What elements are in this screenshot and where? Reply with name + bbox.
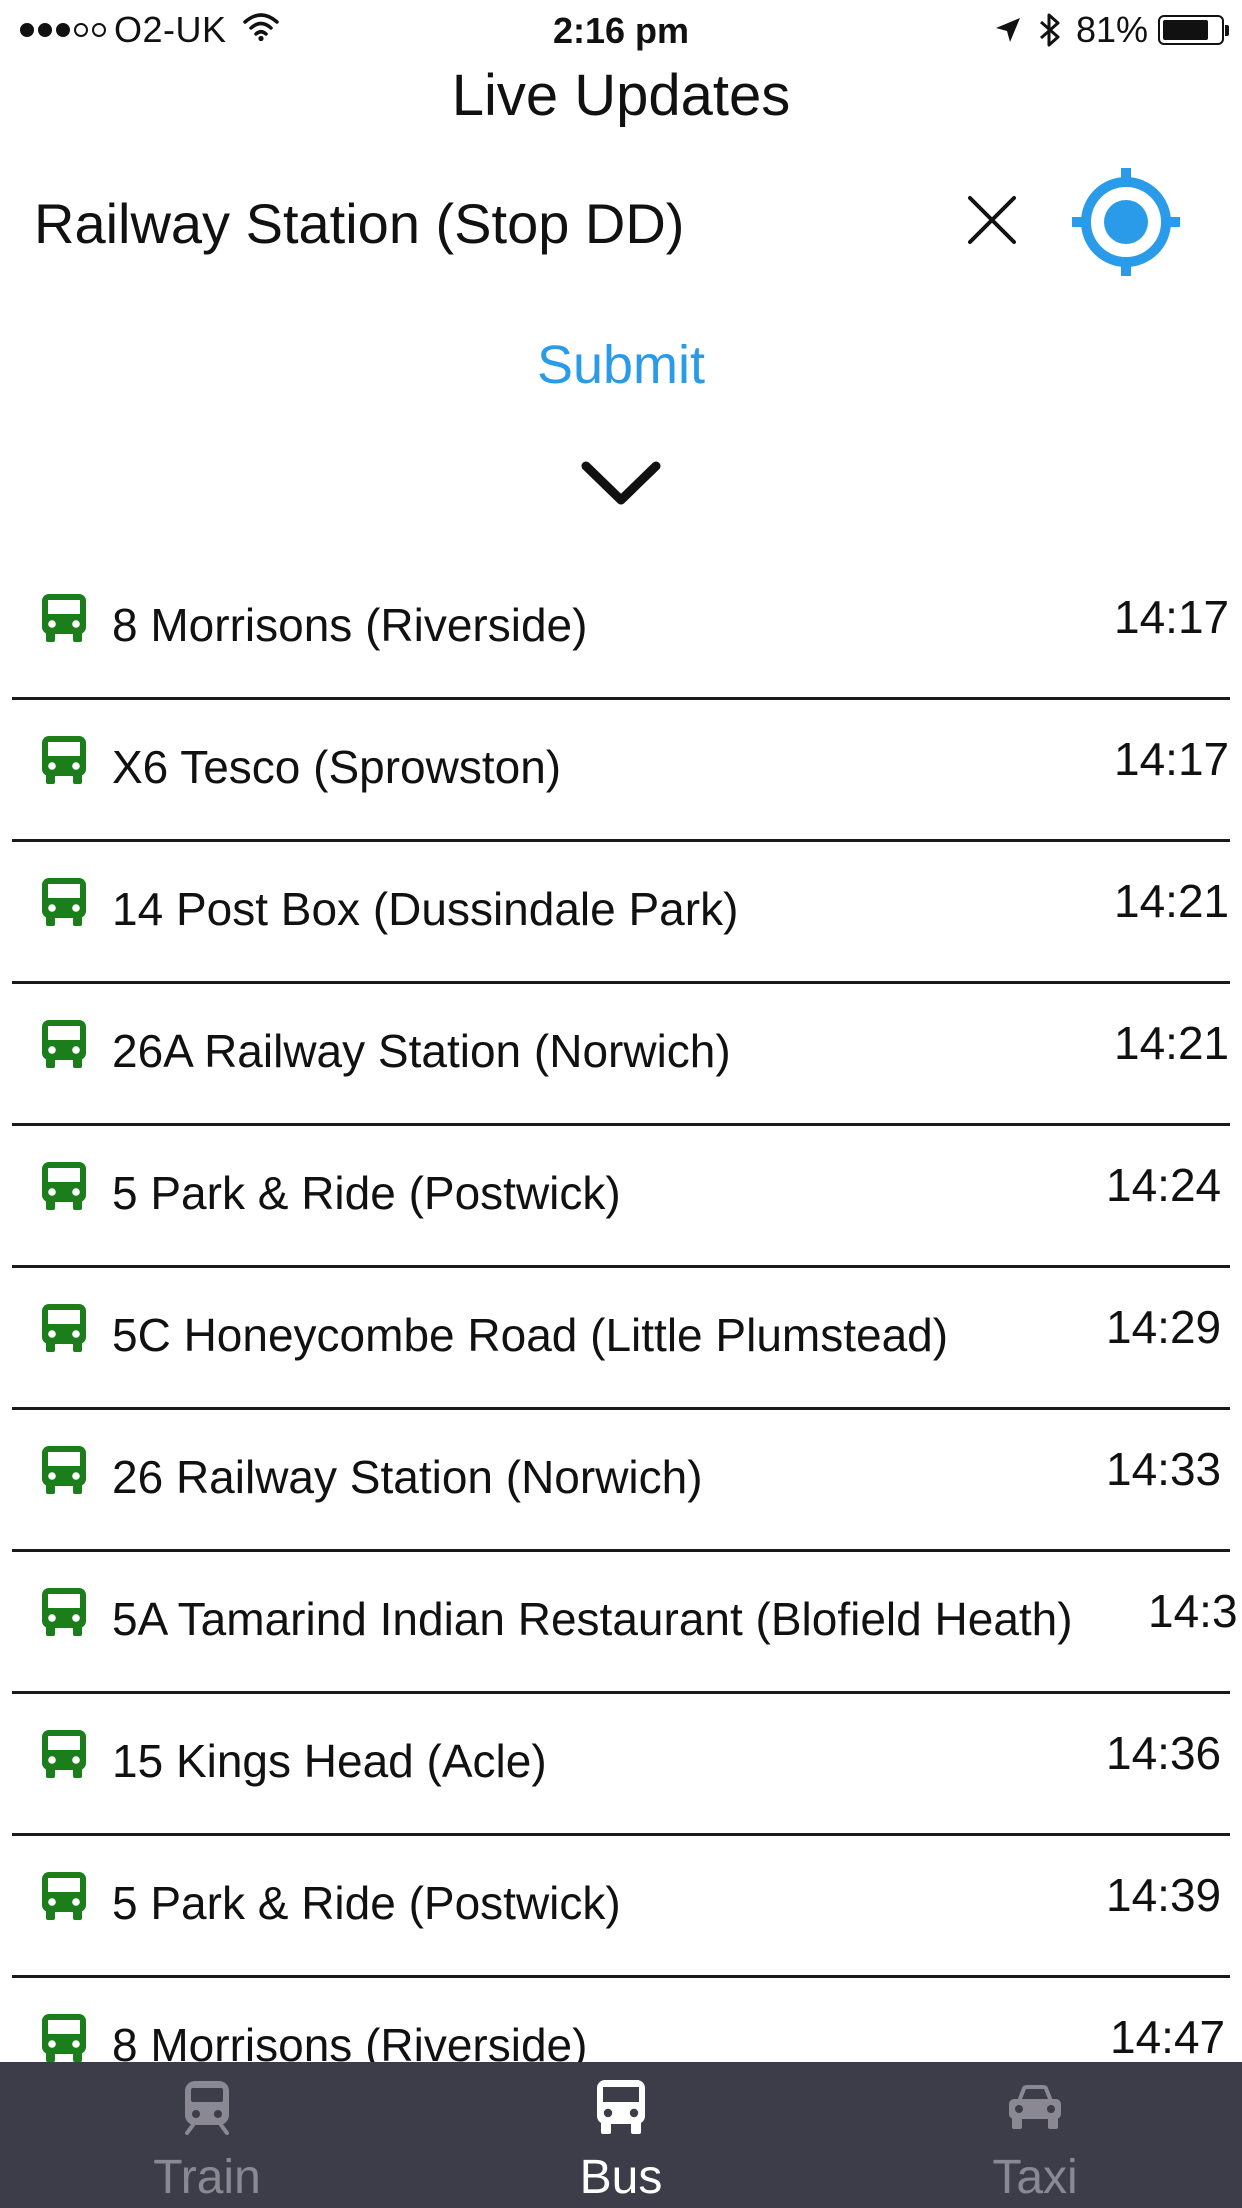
departure-row[interactable]: 14 Post Box (Dussindale Park) 14:21 bbox=[12, 842, 1230, 984]
stop-search-row bbox=[0, 168, 1242, 278]
departure-row[interactable]: X6 Tesco (Sprowston) 14:17 bbox=[12, 700, 1230, 842]
route-name: 8 Morrisons (Riverside) bbox=[112, 599, 588, 651]
clear-button[interactable] bbox=[960, 188, 1024, 252]
crosshair-icon bbox=[1072, 168, 1180, 276]
bluetooth-icon bbox=[1038, 12, 1062, 48]
tab-label: Train bbox=[153, 2151, 261, 2204]
tab-bar: Train Bus Taxi bbox=[0, 2062, 1242, 2208]
bus-icon bbox=[42, 594, 86, 642]
bus-icon bbox=[42, 1446, 86, 1494]
close-icon bbox=[968, 196, 1016, 244]
route-name: 5 Park & Ride (Postwick) bbox=[112, 1167, 621, 1219]
route-name: 26 Railway Station (Norwich) bbox=[112, 1451, 703, 1503]
location-arrow-icon bbox=[994, 16, 1022, 44]
route-name: 5 Park & Ride (Postwick) bbox=[112, 1877, 621, 1929]
battery-icon bbox=[1158, 15, 1229, 45]
tab-label: Taxi bbox=[992, 2151, 1078, 2204]
battery-fill bbox=[1163, 20, 1209, 40]
departure-time: 14:24 bbox=[1106, 1159, 1222, 1211]
taxi-icon bbox=[1009, 2085, 1061, 2129]
departure-row[interactable]: 5C Honeycombe Road (Little Plumstead) 14… bbox=[12, 1268, 1230, 1410]
route-name: 5A Tamarind Indian Restaurant (Blofield … bbox=[112, 1593, 1073, 1645]
departure-row[interactable]: 15 Kings Head (Acle) 14:36 bbox=[12, 1694, 1230, 1836]
bus-icon bbox=[42, 1162, 86, 1210]
bus-icon bbox=[42, 1304, 86, 1352]
departure-row[interactable]: 8 Morrisons (Riverside) 14:17 bbox=[12, 558, 1230, 700]
bus-icon bbox=[42, 1588, 86, 1636]
bus-icon bbox=[42, 878, 86, 926]
departure-time: 14:17 bbox=[1114, 733, 1230, 785]
departure-row[interactable]: 5A Tamarind Indian Restaurant (Blofield … bbox=[12, 1552, 1238, 1694]
route-name: 8 Morrisons (Riverside) bbox=[112, 2019, 588, 2062]
bus-icon bbox=[42, 1730, 86, 1778]
departure-row[interactable]: 5 Park & Ride (Postwick) 14:24 bbox=[12, 1126, 1230, 1268]
locate-me-button[interactable] bbox=[1068, 164, 1184, 280]
departure-row[interactable]: 8 Morrisons (Riverside) 14:47 bbox=[12, 1978, 1230, 2062]
route-name: 14 Post Box (Dussindale Park) bbox=[112, 883, 739, 935]
route-name: X6 Tesco (Sprowston) bbox=[112, 741, 562, 793]
page-title: Live Updates bbox=[451, 63, 791, 128]
departure-time: 14:29 bbox=[1106, 1301, 1222, 1353]
status-bar: O2-UK 2:16 pm 81% bbox=[0, 0, 1242, 60]
route-name: 5C Honeycombe Road (Little Plumstead) bbox=[112, 1309, 949, 1361]
bus-icon bbox=[597, 2080, 645, 2134]
departures-list: 8 Morrisons (Riverside) 14:17 X6 Tesco (… bbox=[0, 558, 1242, 2062]
tab-taxi[interactable]: Taxi bbox=[828, 2062, 1242, 2208]
bus-icon bbox=[42, 1020, 86, 1068]
tab-label: Bus bbox=[579, 2151, 663, 2204]
battery-percent: 81% bbox=[1075, 9, 1148, 50]
chevron-down-icon bbox=[581, 461, 661, 505]
departure-time: 14:36 bbox=[1106, 1727, 1222, 1779]
tab-train[interactable]: Train bbox=[0, 2062, 414, 2208]
departure-time: 14:17 bbox=[1114, 591, 1230, 643]
submit-button[interactable]: Submit bbox=[0, 334, 1242, 396]
departure-row[interactable]: 5 Park & Ride (Postwick) 14:39 bbox=[12, 1836, 1230, 1978]
status-bar-right: 81% bbox=[978, 9, 1229, 50]
departure-time: 14:3 bbox=[1148, 1585, 1238, 1637]
departure-time: 14:47 bbox=[1110, 2011, 1226, 2062]
departure-row[interactable]: 26 Railway Station (Norwich) 14:33 bbox=[12, 1410, 1230, 1552]
route-name: 15 Kings Head (Acle) bbox=[112, 1735, 547, 1787]
departure-time: 14:21 bbox=[1114, 875, 1230, 927]
bus-icon bbox=[42, 1872, 86, 1920]
bus-icon bbox=[42, 2014, 86, 2062]
route-name: 26A Railway Station (Norwich) bbox=[112, 1025, 731, 1077]
departure-time: 14:21 bbox=[1114, 1017, 1230, 1069]
tab-bus[interactable]: Bus bbox=[414, 2062, 828, 2208]
stop-search-input[interactable] bbox=[34, 182, 914, 264]
bus-icon bbox=[42, 736, 86, 784]
expand-button[interactable] bbox=[580, 458, 662, 510]
departure-time: 14:33 bbox=[1106, 1443, 1222, 1495]
departure-time: 14:39 bbox=[1106, 1869, 1222, 1921]
train-icon bbox=[185, 2081, 229, 2135]
departure-row[interactable]: 26A Railway Station (Norwich) 14:21 bbox=[12, 984, 1230, 1126]
